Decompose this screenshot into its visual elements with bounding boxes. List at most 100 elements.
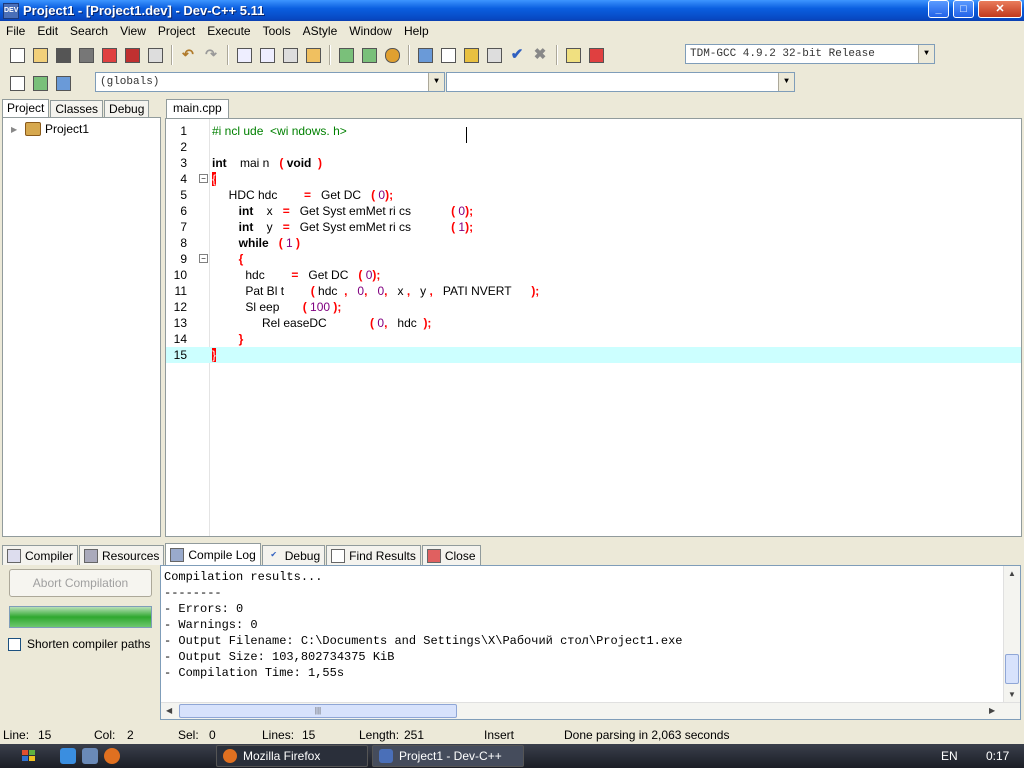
- menu-window[interactable]: Window: [343, 24, 398, 38]
- status-lines-label: Lines:: [262, 728, 295, 742]
- close-window-button[interactable]: ✕: [978, 0, 1022, 18]
- rebuild-button[interactable]: [483, 44, 505, 66]
- save-button[interactable]: [52, 44, 74, 66]
- code-editor[interactable]: 1 #i ncl ude <wi ndows. h> 2 3 int mai n ( v…: [165, 118, 1022, 537]
- code-line[interactable]: 7 int y = Get Syst emMet ri cs ( 1);: [166, 219, 1021, 235]
- menu-astyle[interactable]: AStyle: [297, 24, 344, 38]
- menu-project[interactable]: Project: [152, 24, 201, 38]
- tab-resources[interactable]: Resources: [79, 545, 165, 565]
- tab-compile-log[interactable]: Compile Log: [165, 543, 261, 565]
- syntax-check-button[interactable]: ✔: [506, 44, 528, 66]
- shorten-paths-checkbox[interactable]: [8, 637, 21, 651]
- indent-button[interactable]: [302, 44, 324, 66]
- profile-button[interactable]: [562, 44, 584, 66]
- members-select[interactable]: ▼: [446, 72, 795, 92]
- menu-file[interactable]: File: [0, 24, 31, 38]
- code-line[interactable]: 12 Sl eep ( 100 );: [166, 299, 1021, 315]
- maximize-button[interactable]: □: [953, 0, 974, 18]
- abort-compilation-button[interactable]: Abort Compilation: [9, 569, 152, 597]
- code-line[interactable]: 5 HDC hdc = Get DC ( 0);: [166, 187, 1021, 203]
- code-line[interactable]: 9 − {: [166, 251, 1021, 267]
- title-bar[interactable]: DEV Project1 - [Project1.dev] - Dev-C++ …: [0, 0, 1024, 21]
- menu-edit[interactable]: Edit: [31, 24, 64, 38]
- scroll-up-icon[interactable]: ▲: [1008, 569, 1016, 578]
- compile-run-button[interactable]: [460, 44, 482, 66]
- add-to-project-button[interactable]: [335, 44, 357, 66]
- log-line: - Errors: 0: [164, 602, 244, 616]
- code-line[interactable]: 8 while ( 1 ): [166, 235, 1021, 251]
- checkmark-icon: ✔: [270, 549, 278, 559]
- code-line[interactable]: 13 Rel easeDC ( 0, hdc );: [166, 315, 1021, 331]
- find-button[interactable]: [233, 44, 255, 66]
- goto-line-button[interactable]: [279, 44, 301, 66]
- code-line[interactable]: 2: [166, 139, 1021, 155]
- project-options-button[interactable]: [381, 44, 403, 66]
- tree-node-project[interactable]: ▶ Project1: [11, 122, 89, 136]
- print-button[interactable]: [144, 44, 166, 66]
- replace-button[interactable]: [256, 44, 278, 66]
- task-firefox[interactable]: Mozilla Firefox: [216, 745, 368, 767]
- insert-button[interactable]: [6, 72, 28, 94]
- scroll-left-icon[interactable]: ◀: [166, 706, 172, 715]
- shorten-paths-option[interactable]: Shorten compiler paths: [8, 637, 150, 651]
- code-line[interactable]: 11 Pat Bl t ( hdc , 0, 0, x , y , PATI N…: [166, 283, 1021, 299]
- code-line[interactable]: 4 −{: [166, 171, 1021, 187]
- fold-collapse-icon[interactable]: −: [199, 174, 208, 183]
- fold-collapse-icon[interactable]: −: [199, 254, 208, 263]
- menu-help[interactable]: Help: [398, 24, 435, 38]
- compiler-select[interactable]: TDM-GCC 4.9.2 32-bit Release ▼: [685, 44, 935, 64]
- goto-declaration-button[interactable]: [29, 72, 51, 94]
- new-file-button[interactable]: [6, 44, 28, 66]
- menu-tools[interactable]: Tools: [257, 24, 297, 38]
- goto-definition-button[interactable]: [52, 72, 74, 94]
- tab-debug[interactable]: Debug: [104, 100, 150, 118]
- tab-classes[interactable]: Classes: [50, 100, 104, 118]
- run-button[interactable]: [437, 44, 459, 66]
- stop-execution-button[interactable]: ✖: [529, 44, 551, 66]
- language-indicator[interactable]: EN: [941, 749, 958, 763]
- compile-button[interactable]: [414, 44, 436, 66]
- tab-project[interactable]: Project: [2, 99, 50, 118]
- ie-icon[interactable]: [60, 748, 76, 764]
- start-button[interactable]: [0, 744, 60, 768]
- scroll-right-icon[interactable]: ▶: [989, 706, 995, 715]
- scope-select[interactable]: (globals) ▼: [95, 72, 445, 92]
- code-token: HDC hdc: [212, 188, 305, 202]
- log-vertical-thumb[interactable]: [1005, 654, 1019, 684]
- task-devcpp[interactable]: Project1 - Dev-C++: [372, 745, 524, 767]
- redo-button[interactable]: ↷: [200, 44, 222, 66]
- open-button[interactable]: [29, 44, 51, 66]
- code-line[interactable]: 10 hdc = Get DC ( 0);: [166, 267, 1021, 283]
- tab-main-cpp[interactable]: main.cpp: [166, 99, 229, 118]
- tab-compiler[interactable]: Compiler: [2, 545, 79, 565]
- code-line[interactable]: 3 int mai n ( void ): [166, 155, 1021, 171]
- chevron-down-icon[interactable]: ▼: [778, 73, 794, 91]
- compile-log[interactable]: Compilation results... -------- - Errors: …: [160, 565, 1021, 720]
- undo-button[interactable]: ↶: [177, 44, 199, 66]
- log-vertical-scrollbar[interactable]: ▲ ▼: [1003, 566, 1020, 703]
- code-line[interactable]: 6 int x = Get Syst emMet ri cs ( 0);: [166, 203, 1021, 219]
- chevron-down-icon[interactable]: ▼: [428, 73, 444, 91]
- tab-close[interactable]: Close: [421, 545, 481, 565]
- desktop-icon[interactable]: [82, 748, 98, 764]
- minimize-button[interactable]: _: [928, 0, 949, 18]
- menu-search[interactable]: Search: [64, 24, 114, 38]
- menu-view[interactable]: View: [114, 24, 152, 38]
- scroll-down-icon[interactable]: ▼: [1008, 690, 1016, 699]
- tab-debug-bottom[interactable]: ✔ Debug: [261, 545, 326, 565]
- code-line[interactable]: 1 #i ncl ude <wi ndows. h>: [166, 123, 1021, 139]
- close-file-button[interactable]: [98, 44, 120, 66]
- save-all-button[interactable]: [75, 44, 97, 66]
- chevron-down-icon[interactable]: ▼: [918, 45, 934, 63]
- log-horizontal-thumb[interactable]: |||: [179, 704, 457, 718]
- close-all-button[interactable]: [121, 44, 143, 66]
- menu-execute[interactable]: Execute: [201, 24, 256, 38]
- tab-find-results[interactable]: Find Results: [326, 545, 421, 565]
- code-line[interactable]: 15}: [166, 347, 1021, 363]
- delete-profile-button[interactable]: [585, 44, 607, 66]
- code-line[interactable]: 14 }: [166, 331, 1021, 347]
- remove-from-project-button[interactable]: [358, 44, 380, 66]
- firefox-icon[interactable]: [104, 748, 120, 764]
- expand-icon[interactable]: ▶: [11, 125, 25, 134]
- log-horizontal-scrollbar[interactable]: ◀ ||| ▶: [161, 702, 1020, 719]
